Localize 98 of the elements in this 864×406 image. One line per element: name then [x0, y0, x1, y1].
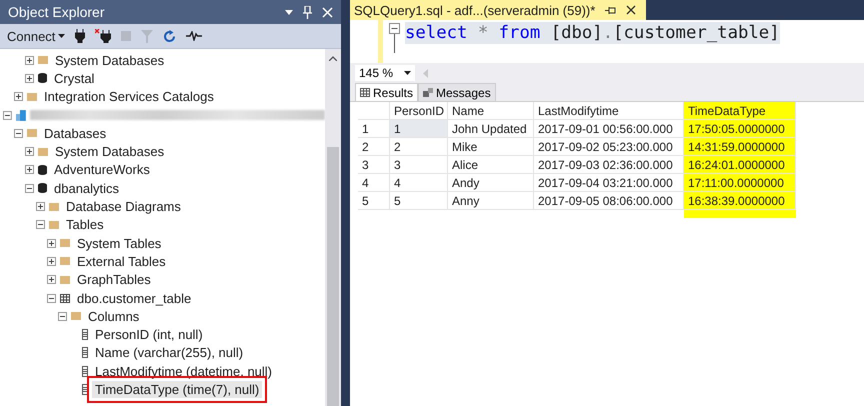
table-cell[interactable]: 16:38:39.0000000: [684, 192, 796, 210]
collapse-icon[interactable]: [58, 312, 67, 321]
column-icon: [82, 347, 88, 358]
header-cell: [358, 102, 390, 120]
table-cell[interactable]: 16:24:01.0000000: [684, 156, 796, 174]
collapse-icon[interactable]: [388, 23, 400, 53]
folder-icon: [71, 312, 81, 320]
table-cell[interactable]: 2017-09-03 02:36:00.000: [534, 156, 684, 174]
tree-item[interactable]: Database Diagrams: [63, 198, 184, 216]
row-number: 2: [358, 138, 390, 156]
close-icon[interactable]: [626, 5, 636, 15]
table-cell[interactable]: 1: [390, 120, 448, 138]
caret-icon: [58, 34, 66, 38]
row-number: 5: [358, 192, 390, 210]
table-cell[interactable]: 2: [390, 138, 448, 156]
column-header[interactable]: TimeDataType: [684, 102, 796, 120]
table-cell[interactable]: 5: [390, 192, 448, 210]
table-icon: [60, 294, 70, 302]
column-header[interactable]: Name: [448, 102, 534, 120]
tree-item[interactable]: Columns: [85, 308, 142, 325]
column-icon: [82, 366, 88, 377]
tree-item[interactable]: Name (varchar(255), null): [92, 344, 246, 362]
caret-icon: [404, 71, 411, 75]
tree-item[interactable]: dbanalytics: [51, 180, 122, 197]
table-cell[interactable]: John Updated: [448, 120, 534, 138]
collapse-icon[interactable]: [14, 128, 23, 138]
expand-icon[interactable]: [25, 147, 34, 156]
tree-item[interactable]: System Databases: [52, 143, 168, 160]
table-cell[interactable]: Alice: [448, 156, 534, 174]
table-cell[interactable]: 17:50:05.0000000: [684, 120, 796, 138]
expand-icon[interactable]: [25, 56, 34, 65]
tab-title: SQLQuery1.sql - adf...(serveradmin (59))*: [354, 2, 596, 18]
tree-item[interactable]: External Tables: [74, 252, 169, 270]
folder-icon: [38, 56, 48, 64]
folder-icon: [27, 92, 37, 101]
table-cell[interactable]: 2017-09-04 03:21:00.000: [534, 174, 684, 192]
table-cell[interactable]: 14:31:59.0000000: [684, 138, 796, 156]
results-tab[interactable]: Messages: [418, 83, 496, 101]
column-icon: [82, 329, 88, 340]
collapse-icon[interactable]: [25, 184, 34, 193]
table-cell[interactable]: 3: [390, 156, 448, 174]
expand-icon[interactable]: [25, 165, 34, 174]
scroll-up-icon[interactable]: [329, 56, 337, 61]
server-icon: [16, 110, 26, 121]
table-cell[interactable]: Mike: [448, 138, 534, 156]
row-number: 3: [358, 156, 390, 174]
row-number: 4: [358, 174, 390, 192]
tree-item[interactable]: Integration Services Catalogs: [41, 88, 217, 106]
table-cell[interactable]: 4: [390, 174, 448, 192]
messages-icon: [423, 88, 434, 97]
tree-item[interactable]: LastModifytime (datetime, null): [92, 362, 276, 380]
table-cell[interactable]: 2017-09-02 05:23:00.000: [534, 138, 684, 156]
table-cell[interactable]: Anny: [448, 192, 534, 210]
tree-item[interactable]: dbo.customer_table: [74, 290, 194, 306]
expand-icon[interactable]: [36, 202, 45, 212]
plug-icon[interactable]: [75, 29, 86, 43]
dropdown-icon[interactable]: [285, 10, 293, 14]
database-icon: [38, 183, 47, 194]
results-tab[interactable]: Results: [355, 83, 418, 101]
expand-icon[interactable]: [47, 275, 56, 284]
tree-item[interactable]: System Databases: [52, 52, 168, 69]
plug-with-x-icon[interactable]: [95, 29, 112, 43]
table-cell[interactable]: Andy: [448, 174, 534, 192]
row-number: 1: [358, 120, 390, 138]
scrollbar-thumb[interactable]: [327, 147, 339, 406]
refresh-icon[interactable]: [163, 30, 176, 42]
panel-title: Object Explorer: [8, 4, 106, 20]
database-icon: [38, 164, 47, 175]
expand-icon[interactable]: [25, 74, 34, 83]
table-cell[interactable]: 2017-09-05 08:06:00.000: [534, 192, 684, 210]
expand-icon[interactable]: [47, 256, 56, 266]
tree-item[interactable]: AdventureWorks: [51, 161, 153, 178]
column-header[interactable]: LastModifytime: [534, 102, 684, 120]
tree-item[interactable]: System Tables: [74, 234, 164, 252]
tree-item[interactable]: Crystal: [51, 70, 98, 87]
change-marker: [378, 20, 383, 63]
column-icon: [82, 384, 88, 395]
tree-item[interactable]: Databases: [41, 124, 110, 142]
collapse-icon[interactable]: [47, 294, 56, 302]
column-header[interactable]: PersonID: [390, 102, 448, 120]
tree-item[interactable]: Tables: [63, 216, 107, 234]
collapse-icon[interactable]: [3, 110, 12, 120]
collapse-icon[interactable]: [36, 220, 45, 230]
scrollbar[interactable]: [325, 49, 341, 406]
tree-item[interactable]: GraphTables: [74, 271, 154, 288]
database-icon: [38, 73, 47, 84]
expand-icon[interactable]: [14, 92, 23, 102]
document-tab[interactable]: SQLQuery1.sql - adf...(serveradmin (59))*: [350, 0, 646, 20]
tree-item[interactable]: TimeDataType (time(7), null): [92, 380, 262, 398]
connect-button[interactable]: Connect: [7, 28, 66, 44]
table-cell[interactable]: 2017-09-01 00:56:00.000: [534, 120, 684, 138]
expand-icon[interactable]: [47, 238, 56, 248]
tree-item[interactable]: PersonID (int, null): [92, 326, 206, 344]
table-cell[interactable]: 17:11:00.0000000: [684, 174, 796, 192]
pulse-icon[interactable]: [186, 31, 202, 41]
zoom-dropdown[interactable]: 145 %: [355, 65, 415, 81]
pin-icon[interactable]: [605, 6, 616, 14]
grid-icon: [360, 88, 370, 97]
